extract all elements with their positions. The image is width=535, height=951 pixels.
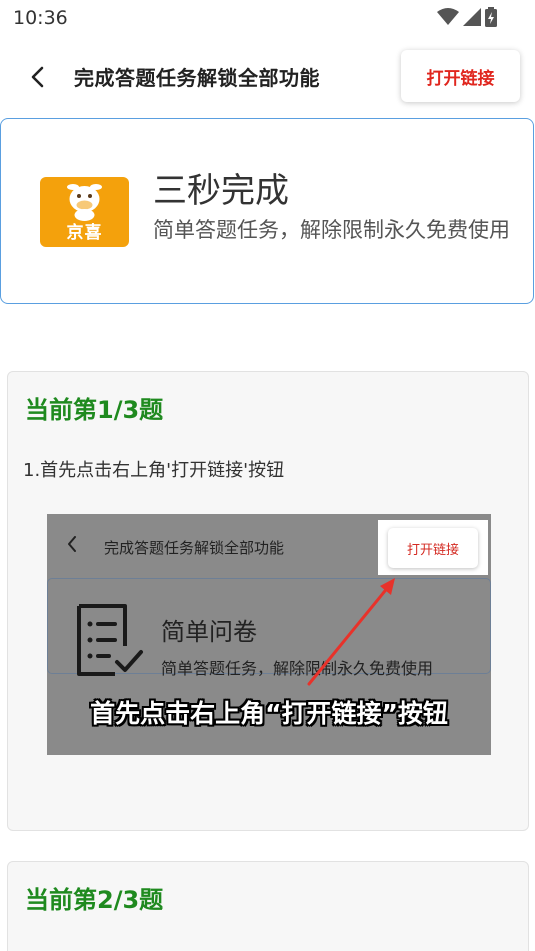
question-step: 1.首先点击右上角'打开链接'按钮	[23, 460, 285, 481]
app-bar: 完成答题任务解锁全部功能 打开链接	[0, 46, 535, 108]
page-title: 完成答题任务解锁全部功能	[74, 66, 320, 90]
status-icons	[437, 5, 497, 29]
tutorial-image: 完成答题任务解锁全部功能 打开链接 简单问卷 简单答题任务，解除限制永久免费使用…	[47, 514, 491, 755]
cow-mascot-icon	[67, 184, 102, 221]
wifi-icon	[437, 8, 459, 25]
status-bar: 10:36	[0, 0, 535, 36]
app-description: 简单答题任务，解除限制永久免费使用	[153, 218, 510, 242]
app-name: 三秒完成	[153, 171, 289, 211]
app-logo-text: 京喜	[66, 223, 103, 243]
app-logo: 京喜	[40, 177, 129, 247]
question-title: 当前第1/3题	[25, 396, 164, 424]
battery-icon	[485, 7, 497, 27]
back-arrow-icon	[31, 66, 44, 88]
question-title: 当前第2/3题	[25, 886, 164, 914]
back-button[interactable]	[22, 60, 52, 94]
app-info-card: 京喜 三秒完成 简单答题任务，解除限制永久免费使用	[0, 118, 534, 304]
question-card-2: 当前第2/3题	[7, 861, 529, 951]
question-card-1: 当前第1/3题 1.首先点击右上角'打开链接'按钮 完成答题任务解锁全部功能 打…	[7, 371, 529, 831]
tutorial-caption: 首先点击右上角“打开链接”按钮	[90, 699, 448, 728]
open-link-button[interactable]: 打开链接	[401, 50, 520, 102]
signal-icon	[463, 8, 481, 26]
status-time: 10:36	[13, 7, 68, 29]
